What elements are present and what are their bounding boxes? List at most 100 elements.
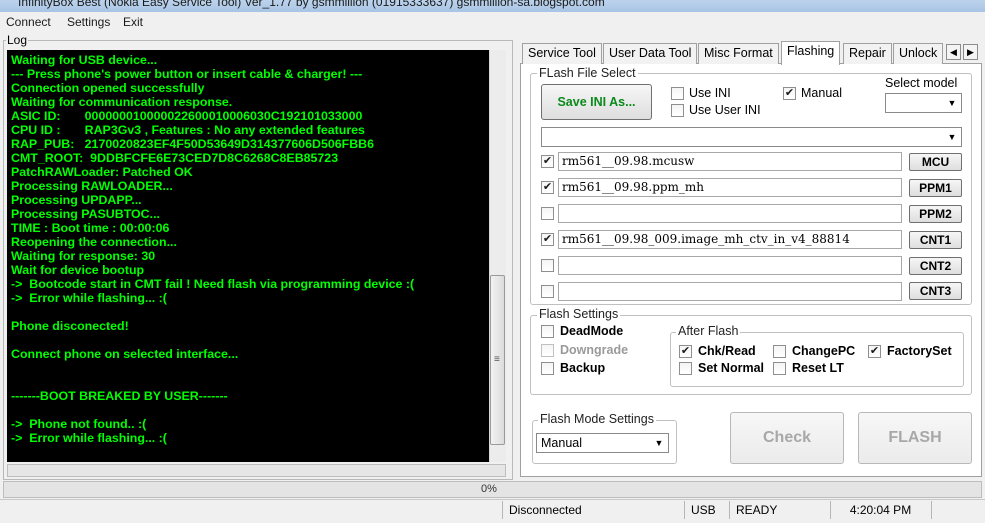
grip-icon: ≡ xyxy=(494,354,500,365)
factory-set-checkbox[interactable]: ✔ xyxy=(868,345,881,358)
set-normal-label: Set Normal xyxy=(698,361,764,375)
log-line: ASIC ID: 000000010000022600010006030C192… xyxy=(11,109,363,123)
log-console[interactable]: Waiting for USB device... --- Press phone… xyxy=(7,50,489,462)
cnt3-file-field[interactable] xyxy=(558,282,902,301)
mcu-button[interactable]: MCU xyxy=(909,153,962,171)
log-line: Waiting for response: 30 xyxy=(11,249,156,263)
set-normal-checkbox[interactable] xyxy=(679,362,692,375)
menu-connect[interactable]: Connect xyxy=(6,15,51,29)
deadmode-label: DeadMode xyxy=(560,324,624,338)
log-line: Connect phone on selected interface... xyxy=(11,347,239,361)
mcu-file-field[interactable]: rm561__09.98.mcusw xyxy=(558,152,902,171)
status-interface: USB xyxy=(684,501,728,519)
reset-lt-checkbox[interactable] xyxy=(773,362,786,375)
change-pc-label: ChangePC xyxy=(792,344,856,358)
chk-read-label: Chk/Read xyxy=(698,344,756,358)
flash-mode-dropdown[interactable]: Manual ▼ xyxy=(536,433,669,453)
log-line: Waiting for USB device... xyxy=(11,53,158,67)
chk-read-checkbox[interactable]: ✔ xyxy=(679,345,692,358)
log-line: CPU ID : RAP3Gv3 , Features : No any ext… xyxy=(11,123,365,137)
use-user-ini-checkbox[interactable] xyxy=(671,104,684,117)
status-extra xyxy=(931,501,985,519)
manual-checkbox[interactable]: ✔ xyxy=(783,87,796,100)
deadmode-checkbox[interactable] xyxy=(541,325,554,338)
window-title: InfinityBox Best (Nokia Easy Service Too… xyxy=(18,0,605,9)
flash-mode-title: Flash Mode Settings xyxy=(538,412,656,426)
log-line: Reopening the connection... xyxy=(11,235,177,249)
reset-lt-label: Reset LT xyxy=(792,361,844,375)
tab-flashing[interactable]: Flashing xyxy=(781,41,841,65)
log-line: Processing RAWLOADER... xyxy=(11,179,173,193)
menu-exit[interactable]: Exit xyxy=(123,15,143,29)
log-line: Waiting for communication response. xyxy=(11,95,233,109)
log-line: -> Error while flashing... :( xyxy=(11,431,167,445)
select-model-label: Select model xyxy=(885,76,958,90)
log-line: PatchRAWLoader: Patched OK xyxy=(11,165,193,179)
use-ini-checkbox[interactable] xyxy=(671,87,684,100)
cnt2-file-field[interactable] xyxy=(558,256,902,275)
backup-label: Backup xyxy=(560,361,606,375)
flash-mode-value: Manual xyxy=(541,436,582,450)
after-flash-title: After Flash xyxy=(676,324,741,338)
ppm1-button[interactable]: PPM1 xyxy=(909,179,962,197)
use-user-ini-label: Use User INI xyxy=(689,103,761,117)
manual-label: Manual xyxy=(801,86,842,100)
tab-user-data-tool[interactable]: User Data Tool xyxy=(603,43,698,64)
chevron-down-icon: ▼ xyxy=(947,132,957,142)
log-horizontal-scrollbar[interactable] xyxy=(7,464,506,477)
tab-scroll-right-icon[interactable]: ▶ xyxy=(963,44,978,60)
downgrade-label: Downgrade xyxy=(560,343,629,357)
tab-service-tool[interactable]: Service Tool xyxy=(522,43,602,64)
tab-repair[interactable]: Repair xyxy=(843,43,892,64)
log-line: -------BOOT BREAKED BY USER------- xyxy=(11,389,228,403)
backup-checkbox[interactable] xyxy=(541,362,554,375)
log-line: -> Error while flashing... :( xyxy=(11,291,167,305)
cnt2-button[interactable]: CNT2 xyxy=(909,257,962,275)
cnt3-file-checkbox[interactable] xyxy=(541,285,554,298)
log-line: Processing UPDAPP... xyxy=(11,193,142,207)
ppm2-button[interactable]: PPM2 xyxy=(909,205,962,223)
cnt2-file-checkbox[interactable] xyxy=(541,259,554,272)
tab-scroll-left-icon[interactable]: ◀ xyxy=(946,44,961,60)
select-model-dropdown[interactable]: ▼ xyxy=(885,93,962,113)
cnt1-button[interactable]: CNT1 xyxy=(909,231,962,249)
mcu-file-checkbox[interactable]: ✔ xyxy=(541,155,554,168)
log-line: --- Press phone's power button or insert… xyxy=(11,67,363,81)
log-line: Phone disconected! xyxy=(11,319,129,333)
chevron-down-icon: ▼ xyxy=(654,438,664,448)
firmware-path-dropdown[interactable]: ▼ xyxy=(541,127,962,147)
menu-settings[interactable]: Settings xyxy=(67,15,110,29)
log-line: Processing PASUBTOC... xyxy=(11,207,160,221)
change-pc-checkbox[interactable] xyxy=(773,345,786,358)
ppm2-file-checkbox[interactable] xyxy=(541,207,554,220)
log-line: RAP_PUB: 2170020823EF4F50D53649D31437760… xyxy=(11,137,375,151)
downgrade-checkbox xyxy=(541,344,554,357)
log-label: Log xyxy=(6,33,29,47)
save-ini-button[interactable]: Save INI As... xyxy=(541,84,652,120)
ppm1-file-field[interactable]: rm561__09.98.ppm_mh xyxy=(558,178,902,197)
use-ini-label: Use INI xyxy=(689,86,731,100)
flash-button[interactable]: FLASH xyxy=(858,412,972,464)
menu-bar: Connect Settings Exit xyxy=(0,12,985,33)
log-line: Connection opened successfully xyxy=(11,81,205,95)
log-line: CMT_ROOT: 9DDBFCFE6E73CED7D8C6268C8EB857… xyxy=(11,151,339,165)
tab-unlock[interactable]: Unlock xyxy=(893,43,943,64)
log-line: -> Bootcode start in CMT fail ! Need fla… xyxy=(11,277,415,291)
factory-set-label: FactorySet xyxy=(887,344,952,358)
ppm2-file-field[interactable] xyxy=(558,204,902,223)
cnt1-file-checkbox[interactable]: ✔ xyxy=(541,233,554,246)
log-line: Wait for device bootup xyxy=(11,263,145,277)
ppm1-file-checkbox[interactable]: ✔ xyxy=(541,181,554,194)
tab-misc-format[interactable]: Misc Format xyxy=(698,43,779,64)
check-button[interactable]: Check xyxy=(730,412,844,464)
status-state: READY xyxy=(729,501,829,519)
title-bar: InfinityBox Best (Nokia Easy Service Too… xyxy=(0,0,985,12)
cnt1-file-field[interactable]: rm561__09.98_009.image_mh_ctv_in_v4_8881… xyxy=(558,230,902,249)
cnt3-button[interactable]: CNT3 xyxy=(909,282,962,300)
status-time: 4:20:04 PM xyxy=(830,501,930,519)
